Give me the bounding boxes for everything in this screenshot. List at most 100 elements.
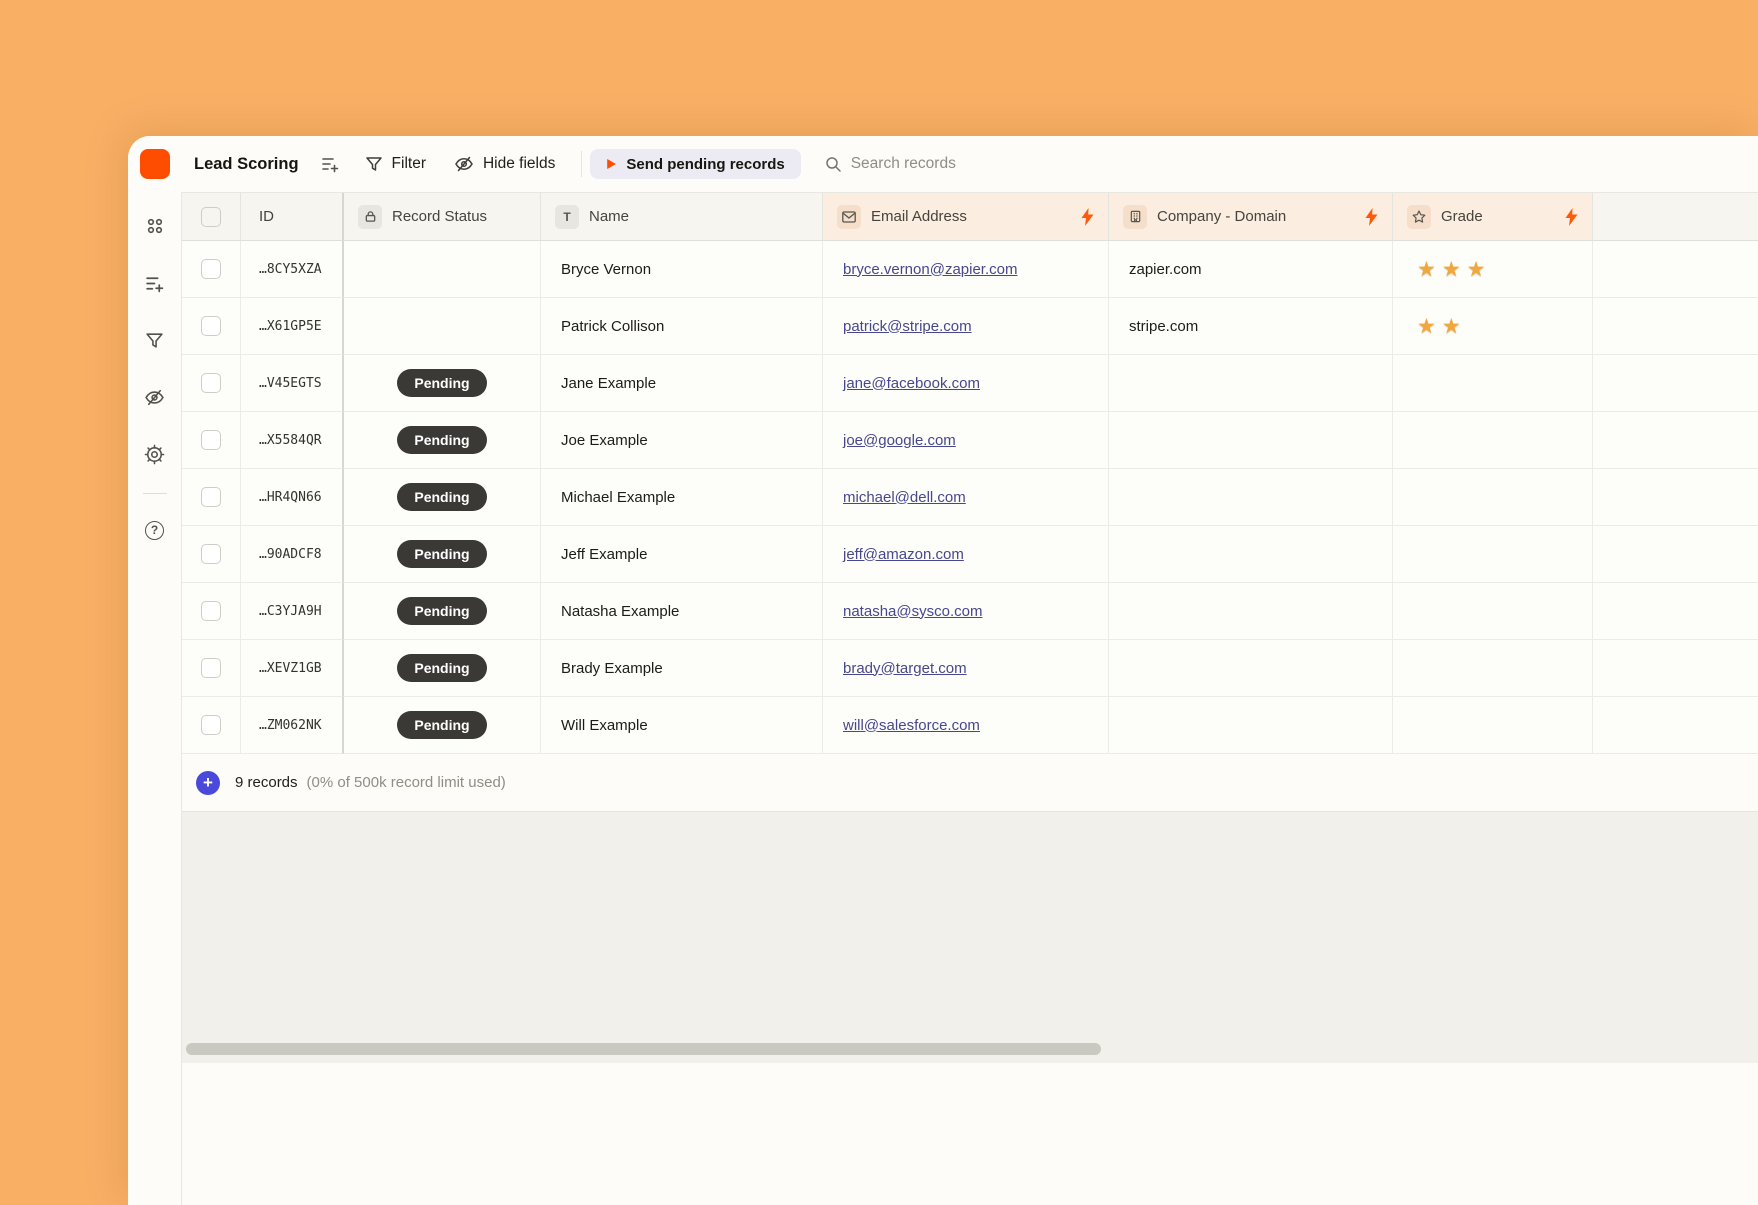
row-status-cell[interactable]: Pending [344,412,541,469]
email-link[interactable]: brady@target.com [843,660,967,677]
row-checkbox[interactable] [201,601,221,621]
sidebar-records-button[interactable] [135,206,175,246]
sidebar-hide-fields-button[interactable] [135,377,175,417]
row-grade-cell[interactable] [1393,355,1593,412]
row-checkbox[interactable] [201,715,221,735]
email-link[interactable]: jane@facebook.com [843,375,980,392]
column-header-id[interactable]: ID [241,193,344,241]
row-email-cell[interactable]: natasha@sysco.com [823,583,1109,640]
row-name-cell[interactable]: Patrick Collison [541,298,823,355]
row-select-cell[interactable] [182,469,241,526]
row-name-cell[interactable]: Bryce Vernon [541,241,823,298]
row-name-cell[interactable]: Joe Example [541,412,823,469]
row-name-cell[interactable]: Natasha Example [541,583,823,640]
row-status-cell[interactable]: Pending [344,697,541,754]
row-checkbox[interactable] [201,316,221,336]
hide-fields-button[interactable]: Hide fields [454,154,555,174]
row-company-cell[interactable] [1109,526,1393,583]
row-grade-cell[interactable] [1393,526,1593,583]
row-status-cell[interactable]: Pending [344,355,541,412]
row-grade-cell[interactable] [1393,640,1593,697]
row-email-cell[interactable]: patrick@stripe.com [823,298,1109,355]
row-name-cell[interactable]: Michael Example [541,469,823,526]
row-checkbox[interactable] [201,658,221,678]
row-email-cell[interactable]: brady@target.com [823,640,1109,697]
app-logo[interactable] [140,149,170,179]
row-grade-cell[interactable] [1393,412,1593,469]
horizontal-scrollbar[interactable] [186,1043,1101,1055]
row-company-cell[interactable]: zapier.com [1109,241,1393,298]
row-grade-cell[interactable]: ★★★ [1393,241,1593,298]
row-select-cell[interactable] [182,640,241,697]
email-link[interactable]: patrick@stripe.com [843,318,972,335]
row-company-cell[interactable] [1109,640,1393,697]
column-header-grade[interactable]: Grade [1393,193,1593,241]
row-name-cell[interactable]: Will Example [541,697,823,754]
row-status-cell[interactable]: Pending [344,640,541,697]
send-pending-records-button[interactable]: Send pending records [590,149,800,179]
record-id[interactable]: …HR4QN66 [241,469,344,526]
row-company-cell[interactable]: stripe.com [1109,298,1393,355]
row-checkbox[interactable] [201,544,221,564]
row-select-cell[interactable] [182,412,241,469]
email-link[interactable]: bryce.vernon@zapier.com [843,261,1017,278]
row-status-cell[interactable]: Pending [344,583,541,640]
row-status-cell[interactable]: Pending [344,526,541,583]
row-email-cell[interactable]: jane@facebook.com [823,355,1109,412]
row-company-cell[interactable] [1109,583,1393,640]
row-email-cell[interactable]: bryce.vernon@zapier.com [823,241,1109,298]
sidebar-filter-button[interactable] [135,320,175,360]
select-all-checkbox[interactable] [201,207,221,227]
add-view-button[interactable] [321,155,339,173]
row-name-cell[interactable]: Jeff Example [541,526,823,583]
row-checkbox[interactable] [201,487,221,507]
row-email-cell[interactable]: michael@dell.com [823,469,1109,526]
sidebar-add-view-button[interactable] [135,263,175,303]
row-checkbox[interactable] [201,259,221,279]
row-email-cell[interactable]: joe@google.com [823,412,1109,469]
row-grade-cell[interactable] [1393,583,1593,640]
row-status-cell[interactable]: Pending [344,469,541,526]
row-select-cell[interactable] [182,241,241,298]
header-select-cell[interactable] [182,193,241,241]
sidebar-settings-button[interactable] [135,434,175,474]
row-company-cell[interactable] [1109,355,1393,412]
email-link[interactable]: will@salesforce.com [843,717,980,734]
email-link[interactable]: joe@google.com [843,432,956,449]
row-status-cell[interactable] [344,298,541,355]
row-company-cell[interactable] [1109,697,1393,754]
record-id[interactable]: …8CY5XZA [241,241,344,298]
filter-button[interactable]: Filter [365,155,426,173]
record-id[interactable]: …V45EGTS [241,355,344,412]
row-select-cell[interactable] [182,526,241,583]
row-checkbox[interactable] [201,373,221,393]
search-box[interactable] [825,155,1031,173]
row-status-cell[interactable] [344,241,541,298]
email-link[interactable]: jeff@amazon.com [843,546,964,563]
row-name-cell[interactable]: Jane Example [541,355,823,412]
record-id[interactable]: …C3YJA9H [241,583,344,640]
row-email-cell[interactable]: jeff@amazon.com [823,526,1109,583]
column-header-name[interactable]: T Name [541,193,823,241]
row-grade-cell[interactable]: ★★ [1393,298,1593,355]
search-input[interactable] [851,155,1031,173]
record-id[interactable]: …90ADCF8 [241,526,344,583]
row-company-cell[interactable] [1109,412,1393,469]
row-name-cell[interactable]: Brady Example [541,640,823,697]
row-email-cell[interactable]: will@salesforce.com [823,697,1109,754]
record-id[interactable]: …X5584QR [241,412,344,469]
email-link[interactable]: natasha@sysco.com [843,603,982,620]
row-grade-cell[interactable] [1393,469,1593,526]
email-link[interactable]: michael@dell.com [843,489,966,506]
sidebar-help-button[interactable]: ? [135,510,175,550]
row-select-cell[interactable] [182,697,241,754]
row-select-cell[interactable] [182,298,241,355]
record-id[interactable]: …ZM062NK [241,697,344,754]
record-id[interactable]: …XEVZ1GB [241,640,344,697]
row-select-cell[interactable] [182,355,241,412]
record-id[interactable]: …X61GP5E [241,298,344,355]
column-header-company-domain[interactable]: Company - Domain [1109,193,1393,241]
row-select-cell[interactable] [182,583,241,640]
column-header-record-status[interactable]: Record Status [344,193,541,241]
add-record-button[interactable]: + [196,771,220,795]
